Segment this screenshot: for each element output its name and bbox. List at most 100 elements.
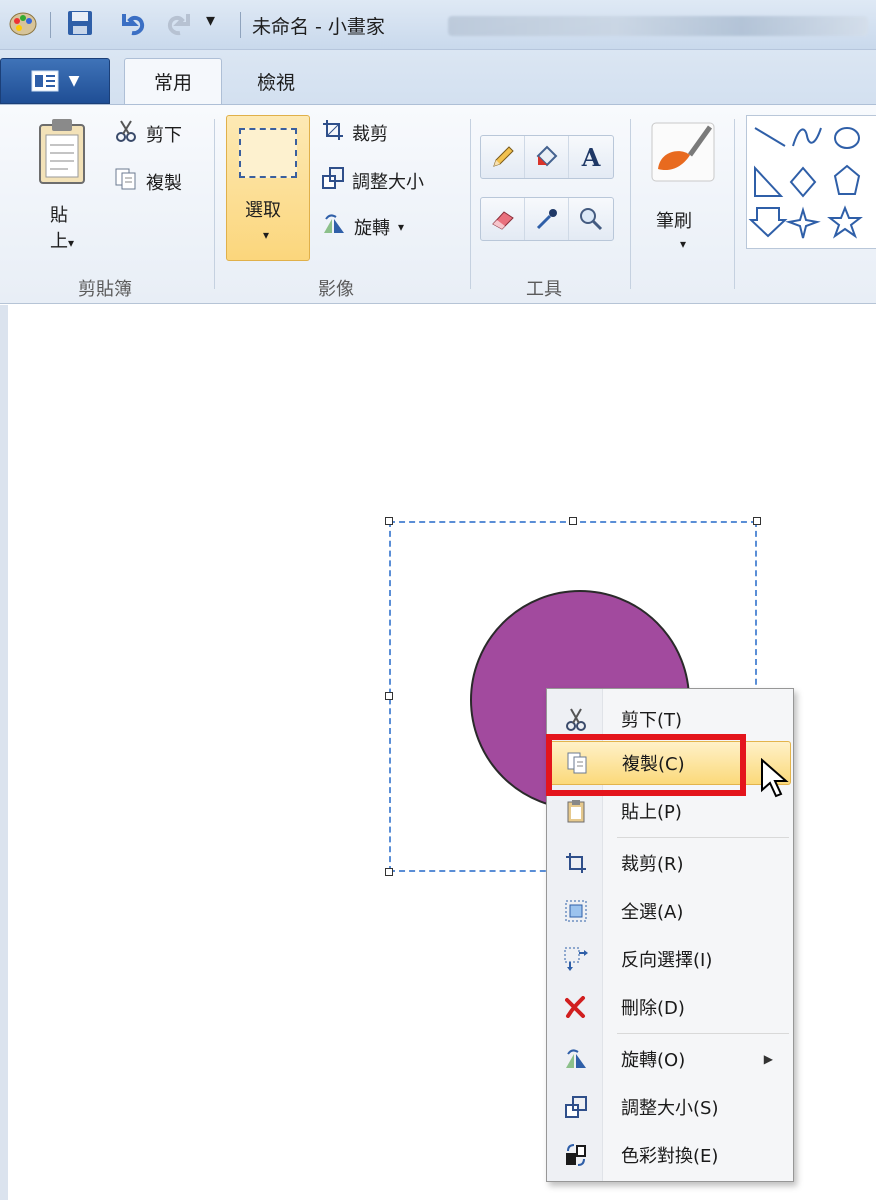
- paste-label: 貼: [50, 205, 68, 226]
- rotate-icon: [549, 1048, 603, 1070]
- paste-sub-label: 上: [50, 231, 68, 252]
- menu-item-invert-color[interactable]: 色彩對換(E): [549, 1133, 791, 1177]
- menu-separator: [617, 837, 789, 838]
- title-bar: ▾ 未命名 - 小畫家: [0, 0, 876, 50]
- eraser-icon[interactable]: [481, 198, 525, 240]
- app-menu-button[interactable]: ▼: [0, 58, 110, 104]
- menu-item-label: 旋轉(O): [621, 1050, 686, 1071]
- crop-button[interactable]: 裁剪: [322, 119, 388, 146]
- tab-row: ▼ 常用 檢視: [0, 50, 876, 104]
- brushes-button[interactable]: 筆刷 ▾: [646, 121, 722, 261]
- crop-icon: [322, 119, 344, 146]
- tools-group-label: 工具: [526, 279, 562, 300]
- crop-icon: [549, 852, 603, 874]
- menu-item-label: 色彩對換(E): [621, 1146, 719, 1167]
- group-divider: [470, 119, 471, 289]
- chevron-down-icon: ▾: [680, 237, 687, 251]
- app-menu-icon: [31, 70, 59, 92]
- menu-item-invert-selection[interactable]: 反向選擇(I): [549, 937, 791, 981]
- shapes-gallery-icons: [748, 127, 863, 239]
- paste-icon: [549, 799, 603, 823]
- fill-bucket-icon[interactable]: [525, 136, 569, 178]
- shapes-gallery[interactable]: [746, 115, 876, 249]
- rotate-icon: [322, 213, 346, 240]
- select-rectangle-icon: [239, 128, 297, 178]
- customize-quick-access-icon[interactable]: ▾: [206, 10, 215, 31]
- paste-icon: [39, 119, 85, 184]
- image-group-label: 影像: [318, 279, 354, 300]
- group-divider: [734, 119, 735, 289]
- group-divider: [630, 119, 631, 289]
- scissors-icon: [114, 119, 138, 148]
- save-icon[interactable]: [66, 8, 94, 43]
- menu-item-resize[interactable]: 調整大小(S): [549, 1085, 791, 1129]
- magnifier-icon[interactable]: [569, 198, 613, 240]
- redo-icon[interactable]: [164, 8, 194, 43]
- menu-item-label: 調整大小(S): [621, 1098, 719, 1119]
- chevron-down-icon: ▾: [68, 236, 75, 250]
- brush-icon: [651, 122, 715, 182]
- menu-item-label: 刪除(D): [621, 998, 685, 1019]
- tab-home[interactable]: 常用: [124, 58, 222, 104]
- brushes-label: 筆刷: [656, 211, 692, 232]
- select-button[interactable]: 選取 ▾: [226, 115, 310, 261]
- select-all-icon: [549, 900, 603, 922]
- blurred-title-area: [448, 16, 868, 36]
- tab-view[interactable]: 檢視: [236, 58, 316, 104]
- menu-separator: [617, 1033, 789, 1034]
- copy-button[interactable]: 複製: [114, 167, 182, 196]
- color-picker-icon[interactable]: [525, 198, 569, 240]
- menu-item-crop[interactable]: 裁剪(R): [549, 841, 791, 885]
- select-label: 選取: [245, 200, 281, 221]
- window-title: 未命名 - 小畫家: [252, 16, 385, 38]
- mouse-cursor-icon: [760, 757, 790, 803]
- canvas-border: [0, 305, 8, 1200]
- crop-label: 裁剪: [352, 123, 388, 145]
- paste-button[interactable]: 貼 上▾: [30, 117, 96, 267]
- ribbon: 貼 上▾ 剪下 複製 剪貼簿 選取 ▾ 裁剪 調整大小 旋轉 ▾ 影像 A 工具…: [0, 104, 876, 304]
- selection-handle[interactable]: [753, 517, 761, 525]
- copy-icon: [114, 167, 138, 196]
- tools-row-1: A: [480, 135, 614, 179]
- resize-label: 調整大小: [352, 171, 424, 193]
- invert-selection-icon: [549, 947, 603, 971]
- selection-handle[interactable]: [569, 517, 577, 525]
- menu-item-label: 剪下(T): [621, 710, 683, 731]
- tab-home-label: 常用: [153, 72, 192, 94]
- invert-color-icon: [549, 1143, 603, 1167]
- paint-app-icon[interactable]: [8, 8, 38, 43]
- menu-item-label: 貼上(P): [621, 802, 682, 823]
- undo-icon[interactable]: [118, 8, 148, 43]
- chevron-down-icon: ▾: [263, 228, 270, 242]
- cut-label: 剪下: [146, 124, 182, 146]
- pencil-icon[interactable]: [481, 136, 525, 178]
- menu-item-select-all[interactable]: 全選(A): [549, 889, 791, 933]
- copy-label: 複製: [146, 172, 182, 194]
- copy-highlight-annotation: [546, 734, 746, 796]
- menu-item-label: 反向選擇(I): [621, 950, 713, 971]
- toolbar-divider: [50, 12, 51, 38]
- tools-row-2: [480, 197, 614, 241]
- cut-button[interactable]: 剪下: [114, 119, 182, 148]
- clipboard-group-label: 剪貼簿: [78, 279, 132, 300]
- chevron-down-icon: ▾: [398, 219, 405, 234]
- menu-item-label: 全選(A): [621, 902, 684, 923]
- menu-item-label: 裁剪(R): [621, 854, 684, 875]
- group-divider: [214, 119, 215, 289]
- rotate-button[interactable]: 旋轉 ▾: [322, 213, 404, 240]
- text-tool-icon[interactable]: A: [569, 136, 613, 178]
- resize-icon: [549, 1096, 603, 1118]
- menu-item-delete[interactable]: 刪除(D): [549, 985, 791, 1029]
- selection-handle[interactable]: [385, 868, 393, 876]
- menu-item-rotate[interactable]: 旋轉(O) ▶: [549, 1037, 791, 1081]
- scissors-icon: [549, 707, 603, 731]
- selection-handle[interactable]: [385, 517, 393, 525]
- toolbar-divider: [240, 12, 241, 38]
- rotate-label: 旋轉: [354, 217, 390, 239]
- selection-handle[interactable]: [385, 692, 393, 700]
- chevron-down-icon: ▼: [68, 73, 80, 89]
- paste-dropdown[interactable]: 上▾: [50, 227, 74, 253]
- submenu-arrow-icon: ▶: [763, 1052, 773, 1066]
- resize-button[interactable]: 調整大小: [322, 167, 424, 194]
- delete-icon: [549, 996, 603, 1018]
